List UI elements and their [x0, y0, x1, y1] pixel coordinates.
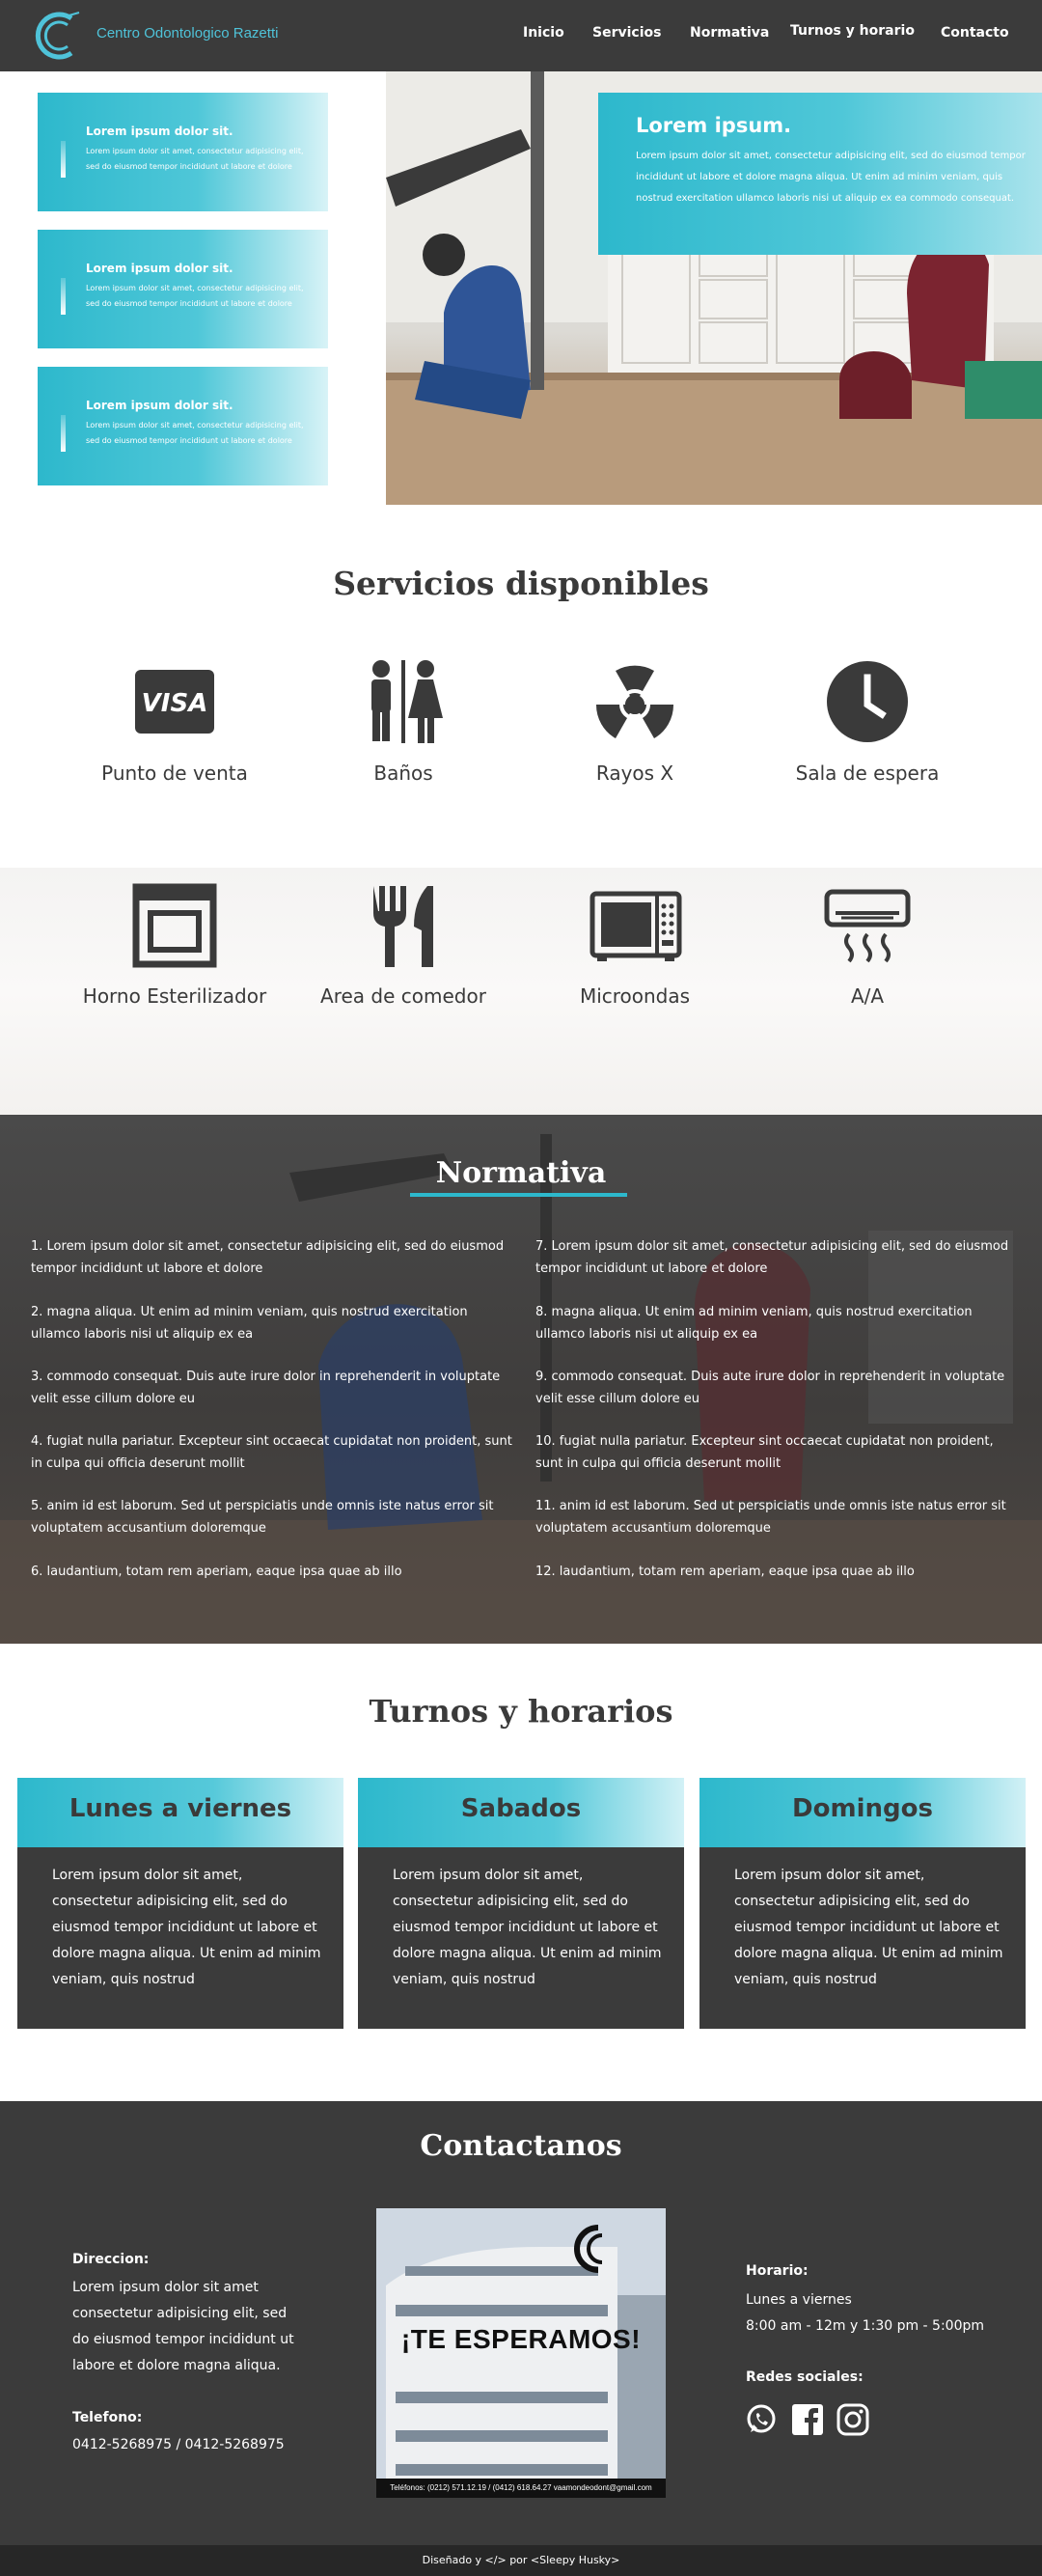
brand-name[interactable]: Centro Odontologico Razetti [96, 25, 278, 42]
normativa-item: 8. magna aliqua. Ut enim ad minim veniam… [535, 1305, 973, 1342]
horario-hours: 8:00 am - 12m y 1:30 pm - 5:00pm [746, 2318, 985, 2334]
turno-card-title: Domingos [792, 1794, 933, 1823]
air-conditioner-icon [824, 889, 911, 963]
hero-card-text: Lorem ipsum dolor sit amet, consectetur … [86, 284, 304, 308]
service-label: Baños [373, 762, 433, 785]
restroom-icon [371, 660, 443, 743]
normativa-item: 10. fugiat nulla pariatur. Excepteur sin… [535, 1434, 994, 1471]
normativa-title-underline [410, 1193, 627, 1197]
nav-link-turnos[interactable]: Turnos y horario [790, 23, 915, 39]
poster-headline: ¡TE ESPERAMOS! [400, 2324, 642, 2354]
footer-credit: Diseñado y </> por <Sleepy Husky> [422, 2554, 620, 2566]
hero-card-title: Lorem ipsum dolor sit. [86, 125, 233, 138]
card-accent-bar [61, 141, 66, 178]
redes-label: Redes sociales: [746, 2369, 864, 2385]
turno-card-text: Lorem ipsum dolor sit amet, consectetur … [734, 1868, 1003, 1987]
service-label: Area de comedor [320, 984, 486, 1008]
normativa-item: 9. commodo consequat. Duis aute irure do… [535, 1370, 1005, 1406]
turno-card-title: Sabados [460, 1794, 582, 1823]
service-label: A/A [850, 984, 885, 1008]
hero-card-title: Lorem ipsum dolor sit. [86, 399, 233, 412]
normativa-item: 3. commodo consequat. Duis aute irure do… [31, 1370, 501, 1406]
card-accent-bar [61, 278, 66, 315]
turno-card-header: Domingos [699, 1778, 1026, 1847]
turno-card-text: Lorem ipsum dolor sit amet, consectetur … [52, 1868, 321, 1987]
service-label: Microondas [579, 984, 691, 1008]
direccion-label: Direccion: [72, 2252, 150, 2267]
normativa-title: Normativa [435, 1156, 607, 1190]
normativa-item: 11. anim id est laborum. Sed ut perspici… [535, 1499, 1006, 1536]
normativa-item: 7. Lorem ipsum dolor sit amet, consectet… [535, 1239, 1009, 1276]
turno-card-title: Lunes a viernes [69, 1794, 292, 1823]
microwave-icon [590, 891, 682, 961]
svg-text:VISA: VISA [142, 689, 208, 718]
horario-label: Horario: [746, 2263, 809, 2279]
normativa-item: 6. laudantium, totam rem aperiam, eaque … [31, 1565, 402, 1579]
poster-footer-text: Teléfonos: (0212) 571.12.19 / (0412) 618… [376, 2479, 666, 2498]
visa-card-icon: VISA [135, 670, 214, 734]
nav-link-servicios[interactable]: Servicios [592, 25, 661, 41]
normativa-item: 5. anim id est laborum. Sed ut perspicia… [31, 1499, 494, 1536]
contact-poster-image: ¡TE ESPERAMOS! Teléfonos: (0212) 571.12.… [376, 2208, 666, 2498]
turno-card-body: Lorem ipsum dolor sit amet, consectetur … [699, 1847, 1026, 2029]
oven-icon [132, 883, 217, 968]
telefono-text: 0412-5268975 / 0412-5268975 [72, 2437, 285, 2452]
utensils-icon [373, 886, 433, 967]
service-label: Horno Esterilizador [82, 984, 267, 1008]
hero-card-title: Lorem ipsum dolor sit. [86, 262, 233, 275]
service-label: Sala de espera [795, 762, 940, 785]
clock-icon [827, 661, 908, 742]
nav-link-contacto[interactable]: Contacto [941, 25, 1009, 41]
turnos-title: Turnos y horarios [369, 1693, 673, 1730]
card-accent-bar [61, 415, 66, 452]
turno-card-header: Sabados [358, 1778, 684, 1847]
turno-card-text: Lorem ipsum dolor sit amet, consectetur … [393, 1868, 662, 1987]
turno-card-body: Lorem ipsum dolor sit amet, consectetur … [17, 1847, 343, 2029]
radiation-icon [595, 665, 674, 738]
service-label: Rayos X [595, 762, 674, 785]
normativa-item: 12. laudantium, totam rem aperiam, eaque… [535, 1565, 915, 1579]
whatsapp-icon[interactable] [745, 2403, 778, 2436]
hero-card-text: Lorem ipsum dolor sit amet, consectetur … [86, 421, 304, 445]
hero-overlay-card: Lorem ipsum. Lorem ipsum dolor sit amet,… [598, 93, 1042, 255]
hero-card: Lorem ipsum dolor sit. Lorem ipsum dolor… [38, 367, 328, 485]
hero-card: Lorem ipsum dolor sit. Lorem ipsum dolor… [38, 93, 328, 211]
turno-card-header: Lunes a viernes [17, 1778, 343, 1847]
service-label: Punto de venta [101, 762, 248, 785]
nav-link-normativa[interactable]: Normativa [690, 25, 769, 41]
hero-overlay-text: Lorem ipsum dolor sit amet, consectetur … [636, 151, 1026, 204]
nav-link-inicio[interactable]: Inicio [523, 25, 564, 41]
clinic-logo-icon[interactable] [31, 9, 85, 63]
telefono-label: Telefono: [72, 2410, 143, 2425]
services-title: Servicios disponibles [333, 565, 709, 602]
horario-days: Lunes a viernes [746, 2292, 852, 2308]
footer: Diseñado y </> por <Sleepy Husky> [0, 2545, 1042, 2576]
turno-card-body: Lorem ipsum dolor sit amet, consectetur … [358, 1847, 684, 2029]
direccion-text: Lorem ipsum dolor sit amet consectetur a… [72, 2280, 294, 2373]
normativa-item: 4. fugiat nulla pariatur. Excepteur sint… [31, 1434, 512, 1471]
instagram-icon[interactable] [836, 2403, 869, 2436]
normativa-item: 1. Lorem ipsum dolor sit amet, consectet… [31, 1239, 505, 1276]
facebook-icon[interactable] [791, 2403, 824, 2436]
hero-overlay-title: Lorem ipsum. [636, 114, 792, 137]
hero-card: Lorem ipsum dolor sit. Lorem ipsum dolor… [38, 230, 328, 348]
normativa-item: 2. magna aliqua. Ut enim ad minim veniam… [31, 1305, 468, 1342]
contact-title: Contactanos [420, 2129, 622, 2163]
hero-card-text: Lorem ipsum dolor sit amet, consectetur … [86, 147, 304, 171]
